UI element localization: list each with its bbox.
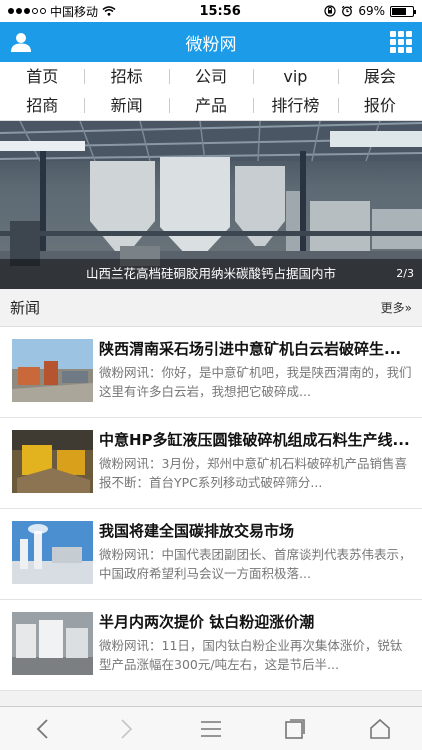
- nav-item-news[interactable]: 新闻: [84, 91, 168, 120]
- list-item[interactable]: 陕西渭南采石场引进中意矿机白云岩破碎生... 微粉网讯：你好，是中意矿机吧，我是…: [0, 327, 422, 418]
- home-button[interactable]: [360, 709, 400, 749]
- status-right: 69%: [324, 4, 416, 18]
- news-section-header: 新闻 更多»: [0, 289, 422, 327]
- forward-button[interactable]: [107, 709, 147, 749]
- list-item[interactable]: 半月内两次提价 钛白粉迎涨价潮 微粉网讯：11日，国内钛白粉企业再次集体涨价，锐…: [0, 600, 422, 691]
- orientation-lock-icon: [324, 5, 336, 17]
- list-item[interactable]: 中意HP多缸液压圆锥破碎机组成石料生产线... 微粉网讯：3月份，郑州中意矿机石…: [0, 418, 422, 509]
- app-title: 微粉网: [185, 34, 237, 55]
- battery-fill: [391, 7, 406, 15]
- news-title[interactable]: 半月内两次提价 钛白粉迎涨价潮: [99, 612, 412, 632]
- nav-item-investment[interactable]: 招商: [0, 91, 84, 120]
- news-title[interactable]: 我国将建全国碳排放交易市场: [99, 521, 412, 541]
- chevron-left-icon: [36, 718, 48, 739]
- nav-item-home[interactable]: 首页: [0, 62, 84, 91]
- nav-item-exhibition[interactable]: 展会: [337, 62, 422, 91]
- nav-item-company[interactable]: 公司: [168, 62, 253, 91]
- nav-item-bidding[interactable]: 招标: [84, 62, 168, 91]
- news-summary: 微粉网讯：中国代表团副团长、首席谈判代表苏伟表示，中国政府希望利马会议一方面积极…: [99, 547, 412, 581]
- browser-toolbar: [0, 706, 422, 750]
- banner-slider[interactable]: 山西兰花高档硅硐胶用纳米碳酸钙占据国内市 2/3: [0, 121, 422, 289]
- grid-menu-icon[interactable]: [390, 31, 412, 53]
- hamburger-icon: [200, 720, 221, 737]
- news-thumbnail: [12, 339, 93, 402]
- nav-row-1: 首页 招标 公司 vip 展会: [0, 62, 422, 91]
- wifi-icon: [102, 6, 116, 16]
- list-item[interactable]: 我国将建全国碳排放交易市场 微粉网讯：中国代表团副团长、首席谈判代表苏伟表示，中…: [0, 509, 422, 600]
- nav-item-quotes[interactable]: 报价: [337, 91, 422, 120]
- battery-percent: 69%: [358, 4, 385, 18]
- news-thumbnail: [12, 521, 93, 584]
- tabs-icon: [285, 718, 306, 739]
- home-icon: [369, 718, 390, 739]
- nav-item-vip[interactable]: vip: [253, 62, 337, 91]
- user-icon[interactable]: [10, 31, 32, 53]
- back-button[interactable]: [22, 709, 62, 749]
- news-section-title: 新闻: [10, 299, 41, 317]
- signal-icon: [8, 8, 46, 14]
- status-left: 中国移动: [8, 3, 116, 20]
- carrier-label: 中国移动: [50, 4, 99, 19]
- nav-item-products[interactable]: 产品: [168, 91, 253, 120]
- news-title[interactable]: 中意HP多缸液压圆锥破碎机组成石料生产线...: [99, 430, 412, 450]
- news-list: 陕西渭南采石场引进中意矿机白云岩破碎生... 微粉网讯：你好，是中意矿机吧，我是…: [0, 327, 422, 691]
- banner-pager: 2/3: [396, 267, 414, 280]
- main-nav: 首页 招标 公司 vip 展会 招商 新闻 产品 排行榜 报价: [0, 62, 422, 121]
- status-time: 15:56: [199, 3, 241, 19]
- news-body: 半月内两次提价 钛白粉迎涨价潮 微粉网讯：11日，国内钛白粉企业再次集体涨价，锐…: [99, 612, 412, 690]
- news-body: 陕西渭南采石场引进中意矿机白云岩破碎生... 微粉网讯：你好，是中意矿机吧，我是…: [99, 339, 412, 417]
- status-bar: 中国移动 15:56 69%: [0, 0, 422, 22]
- chevron-right-icon: [120, 718, 132, 739]
- news-summary: 微粉网讯：11日，国内钛白粉企业再次集体涨价，锐钛型产品涨幅在300元/吨左右，…: [99, 638, 403, 672]
- tabs-button[interactable]: [275, 709, 315, 749]
- news-thumbnail: [12, 612, 93, 675]
- news-summary: 微粉网讯：3月份，郑州中意矿机石料破碎机产品销售喜报不断：首台YPC系列移动式破…: [99, 456, 407, 490]
- nav-item-rankings[interactable]: 排行榜: [253, 91, 337, 120]
- news-body: 我国将建全国碳排放交易市场 微粉网讯：中国代表团副团长、首席谈判代表苏伟表示，中…: [99, 521, 412, 599]
- banner-caption[interactable]: 山西兰花高档硅硐胶用纳米碳酸钙占据国内市: [0, 259, 422, 289]
- news-more-link[interactable]: 更多»: [381, 299, 412, 316]
- news-body: 中意HP多缸液压圆锥破碎机组成石料生产线... 微粉网讯：3月份，郑州中意矿机石…: [99, 430, 412, 508]
- news-title[interactable]: 陕西渭南采石场引进中意矿机白云岩破碎生...: [99, 339, 412, 359]
- alarm-icon: [342, 5, 353, 17]
- menu-button[interactable]: [191, 709, 231, 749]
- nav-row-2: 招商 新闻 产品 排行榜 报价: [0, 91, 422, 120]
- news-thumbnail: [12, 430, 93, 493]
- app-header: 微粉网: [0, 22, 422, 62]
- news-summary: 微粉网讯：你好，是中意矿机吧，我是陕西渭南的，我们这里有许多白云岩，我想把它破碎…: [99, 365, 412, 399]
- battery-icon: [389, 5, 416, 17]
